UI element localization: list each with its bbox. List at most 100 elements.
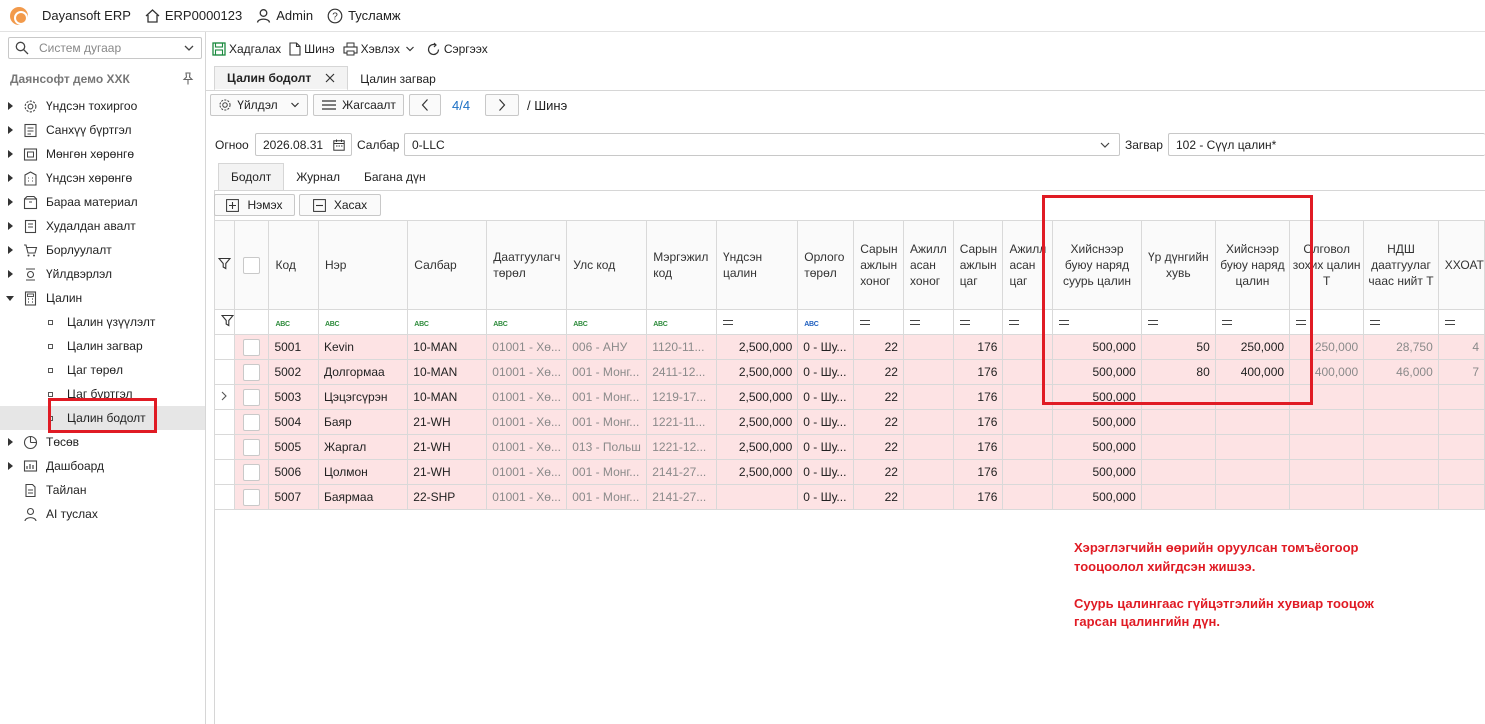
cell-month-work-days[interactable]: 22: [853, 409, 904, 435]
close-icon[interactable]: [325, 73, 335, 83]
pin-icon[interactable]: [182, 72, 194, 85]
cell-code[interactable]: 5001: [268, 334, 319, 360]
cell-social-insurance[interactable]: [1363, 409, 1439, 435]
filter-cell-insured-type[interactable]: ABC: [486, 309, 568, 335]
column-header-insured-type[interactable]: Даатгуулагч төрөл: [486, 220, 568, 310]
cell-payable-salary[interactable]: [1289, 409, 1365, 435]
cell-month-work-days[interactable]: 22: [853, 334, 904, 360]
expand-arrow-icon[interactable]: [8, 126, 13, 134]
filter-cell-name[interactable]: ABC: [317, 309, 409, 335]
sidebar-item-time-type[interactable]: Цаг төрөл: [0, 358, 205, 382]
cell-worked-hours[interactable]: [1002, 409, 1054, 435]
cell-country-code[interactable]: 001 - Монг...: [566, 359, 648, 385]
cell-base-salary[interactable]: 2,500,000: [715, 409, 799, 435]
cell-month-work-hours[interactable]: 176: [952, 484, 1004, 510]
cell-month-work-hours[interactable]: 176: [952, 359, 1004, 385]
expand-arrow-icon[interactable]: [8, 102, 13, 110]
cell-piece-salary[interactable]: [1214, 434, 1291, 460]
print-button[interactable]: Хэвлэх: [343, 42, 418, 56]
row-select-cell[interactable]: [233, 459, 270, 485]
cell-payable-salary[interactable]: [1289, 459, 1365, 485]
sidebar-item-payroll[interactable]: Цалин: [0, 286, 205, 310]
cell-performance-percent[interactable]: [1140, 434, 1216, 460]
remove-row-button[interactable]: Хасах: [299, 194, 381, 216]
user-menu[interactable]: Admin: [256, 8, 313, 23]
cell-income-type[interactable]: 0 - Шу...: [797, 359, 855, 385]
filter-cell-country-code[interactable]: ABC: [566, 309, 648, 335]
expand-arrow-icon[interactable]: [8, 438, 13, 446]
column-header-name[interactable]: Нэр: [317, 220, 409, 310]
filter-cell-worked-days[interactable]: [902, 309, 954, 335]
cell-income-type[interactable]: 0 - Шу...: [797, 434, 855, 460]
refresh-button[interactable]: Сэргээх: [426, 42, 488, 57]
cell-branch[interactable]: 21-WH: [407, 434, 488, 460]
sidebar-item-payroll-template[interactable]: Цалин загвар: [0, 334, 205, 358]
cell-income-type[interactable]: 0 - Шу...: [797, 459, 855, 485]
new-button[interactable]: Шинэ: [289, 42, 335, 56]
cell-performance-percent[interactable]: [1140, 409, 1216, 435]
sidebar-item-fixed-assets[interactable]: Үндсэн хөрөнгө: [0, 166, 205, 190]
cell-insured-type[interactable]: 01001 - Хө...: [486, 359, 568, 385]
filter-cell-base-salary[interactable]: [715, 309, 799, 335]
column-header-worked-days[interactable]: Ажилл асан хоног: [902, 220, 954, 310]
cell-performance-percent[interactable]: [1140, 484, 1216, 510]
sidebar-item-dashboard[interactable]: Дашбоард: [0, 454, 205, 478]
cell-base-salary[interactable]: 2,500,000: [715, 459, 799, 485]
cell-country-code[interactable]: 001 - Монг...: [566, 409, 648, 435]
cell-branch[interactable]: 10-MAN: [407, 334, 488, 360]
expand-arrow-icon[interactable]: [8, 174, 13, 182]
cell-code[interactable]: 5005: [268, 434, 319, 460]
column-header-base-salary[interactable]: Үндсэн цалин: [715, 220, 799, 310]
cell-month-work-hours[interactable]: 176: [952, 434, 1004, 460]
cell-name[interactable]: Жаргал: [317, 434, 409, 460]
filter-icon[interactable]: [220, 314, 234, 327]
column-header-income-type[interactable]: Орлого төрөл: [797, 220, 855, 310]
table-row[interactable]: 5006 Цолмон 21-WH 01001 - Хө... 001 - Монг..…: [214, 459, 1485, 485]
chevron-down-icon[interactable]: [405, 44, 415, 54]
row-indicator[interactable]: [214, 434, 235, 460]
cell-payable-salary[interactable]: [1289, 434, 1365, 460]
filter-column-header[interactable]: [214, 220, 235, 310]
row-checkbox[interactable]: [243, 488, 261, 506]
cell-code[interactable]: 5003: [268, 384, 319, 410]
branch-select[interactable]: 0-LLC: [404, 133, 1120, 156]
cell-piece-salary[interactable]: [1214, 409, 1291, 435]
tab-journal[interactable]: Журнал: [284, 163, 352, 190]
list-button[interactable]: Жагсаалт: [313, 94, 404, 116]
column-header-country-code[interactable]: Улс код: [566, 220, 648, 310]
cell-income-type[interactable]: 0 - Шу...: [797, 409, 855, 435]
tab-payroll-calculation[interactable]: Цалин бодолт: [214, 66, 349, 91]
next-record-button[interactable]: [485, 94, 519, 116]
filter-cell-branch[interactable]: ABC: [407, 309, 488, 335]
cell-base-salary[interactable]: 2,500,000: [715, 334, 799, 360]
cell-name[interactable]: Долгормаа: [317, 359, 409, 385]
row-indicator[interactable]: [214, 334, 235, 360]
cell-country-code[interactable]: 006 - АНУ: [566, 334, 648, 360]
cell-insured-type[interactable]: 01001 - Хө...: [486, 459, 568, 485]
cell-income-tax[interactable]: [1437, 459, 1485, 485]
row-checkbox[interactable]: [243, 413, 261, 431]
filter-cell-profession-code[interactable]: ABC: [646, 309, 717, 335]
column-header-month-work-days[interactable]: Сарын ажлын хоног: [853, 220, 904, 310]
cell-month-work-hours[interactable]: 176: [952, 384, 1004, 410]
column-header-profession-code[interactable]: Мэргэжил код: [646, 220, 717, 310]
sidebar-item-inventory[interactable]: Бараа материал: [0, 190, 205, 214]
cell-name[interactable]: Цэцэгсүрэн: [317, 384, 409, 410]
cell-piece-salary[interactable]: [1214, 484, 1291, 510]
cell-month-work-days[interactable]: 22: [853, 384, 904, 410]
cell-income-type[interactable]: 0 - Шу...: [797, 484, 855, 510]
cell-branch[interactable]: 10-MAN: [407, 384, 488, 410]
column-header-social-insurance[interactable]: НДШ даатгуулаг чаас нийт Т: [1363, 220, 1439, 310]
sidebar-item-sales[interactable]: Борлуулалт: [0, 238, 205, 262]
add-row-button[interactable]: Нэмэх: [214, 194, 295, 216]
row-checkbox[interactable]: [243, 463, 261, 481]
cell-worked-hours[interactable]: [1002, 434, 1054, 460]
cell-country-code[interactable]: 013 - Польш: [566, 434, 648, 460]
cell-month-work-days[interactable]: 22: [853, 459, 904, 485]
cell-code[interactable]: 5007: [268, 484, 319, 510]
cell-branch[interactable]: 21-WH: [407, 409, 488, 435]
cell-month-work-hours[interactable]: 176: [952, 409, 1004, 435]
row-checkbox[interactable]: [243, 363, 261, 381]
expand-arrow-icon[interactable]: [8, 150, 13, 158]
cell-profession-code[interactable]: 1120-11...: [646, 334, 717, 360]
